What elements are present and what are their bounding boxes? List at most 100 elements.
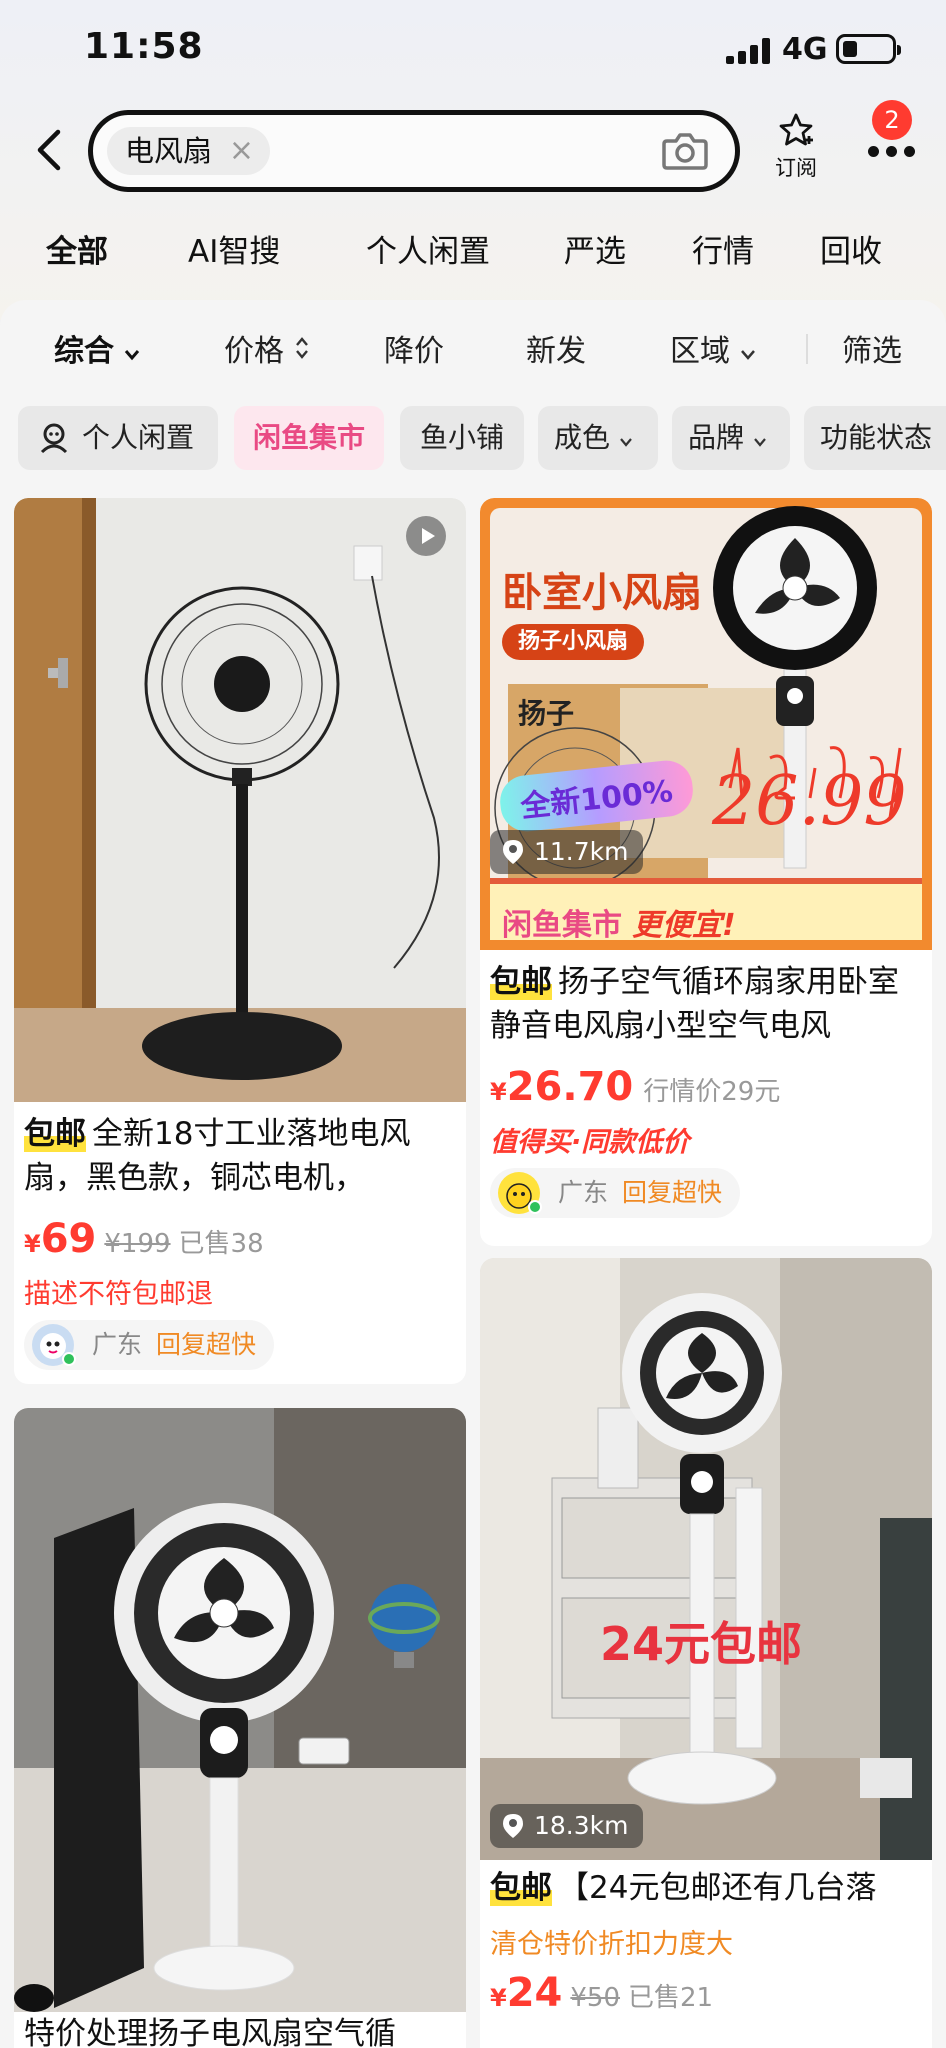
filter-brand[interactable]: 品牌 xyxy=(672,406,790,470)
tab-personal-idle[interactable]: 个人闲置 xyxy=(366,226,490,271)
status-bar: 11:58 4G xyxy=(0,0,946,100)
battery-icon xyxy=(836,34,901,64)
price-symbol: ¥ xyxy=(490,1078,507,1106)
promo-note: 清仓特价折扣力度大 xyxy=(490,1929,733,1960)
sort-newest[interactable]: 新发 xyxy=(526,326,586,370)
search-query-chip[interactable]: 电风扇 × xyxy=(107,127,271,175)
tab-all-label: 全部 xyxy=(46,234,108,270)
more-dots-icon xyxy=(868,146,916,158)
market-slogan: 更便宜! xyxy=(632,908,736,943)
seller-region: 广东 xyxy=(558,1178,609,1207)
sort-price[interactable]: 价格 xyxy=(224,326,310,370)
filter-condition[interactable]: 成色 xyxy=(538,406,658,470)
reply-badge: 回复超快 xyxy=(622,1178,723,1207)
overlay-text: 24元包邮 xyxy=(600,1617,803,1671)
network-label: 4G xyxy=(782,32,828,67)
video-play-icon[interactable] xyxy=(406,516,446,556)
product-image: 卧室小风扇 扬子小风扇 扬子 全新100% 26.99 11.7km 闲鱼集市 … xyxy=(480,498,932,950)
search-box[interactable]: 电风扇 × xyxy=(88,110,740,192)
tab-all[interactable]: 全部 xyxy=(42,226,112,271)
filter-personal-idle[interactable]: 个人闲置 xyxy=(18,406,218,470)
sort-price-label: 价格 xyxy=(224,334,284,369)
banner-subtitle: 扬子小风扇 xyxy=(502,624,645,660)
filter-chips: 个人闲置 闲鱼集市 鱼小铺 成色 品牌 功能状态 xyxy=(0,406,946,470)
subscribe-button[interactable]: 订阅 xyxy=(764,112,828,182)
seller-row[interactable]: 广东 回复超快 xyxy=(490,1168,741,1218)
product-card[interactable]: 特价处理扬子电风扇空气循 xyxy=(14,1408,466,2048)
product-card[interactable]: 卧室小风扇 扬子小风扇 扬子 全新100% 26.99 11.7km 闲鱼集市 … xyxy=(480,498,932,1246)
status-time: 11:58 xyxy=(84,26,204,67)
sort-bar: 综合 价格 降价 新发 区域 筛选 xyxy=(0,326,946,370)
more-menu-button[interactable]: 2 xyxy=(864,100,920,170)
sort-filter[interactable]: 筛选 xyxy=(842,326,902,370)
banner-handwritten-price: 26.99 xyxy=(712,762,907,841)
filter-brand-label: 品牌 xyxy=(688,421,745,454)
market-name: 闲鱼集市 xyxy=(502,908,622,943)
tab-ai-search[interactable]: AI智搜 xyxy=(188,226,280,271)
camera-icon[interactable] xyxy=(661,131,709,171)
sort-region-label: 区域 xyxy=(670,334,730,369)
location-pin-icon xyxy=(503,840,523,864)
value-note: 值得买·同款低价 xyxy=(490,1127,690,1158)
chevron-left-icon xyxy=(37,129,61,171)
banner-brand: 扬子 xyxy=(518,697,575,730)
clear-query-icon[interactable]: × xyxy=(229,127,254,175)
filter-xianyu-market[interactable]: 闲鱼集市 xyxy=(234,406,384,470)
sort-comprehensive[interactable]: 综合 xyxy=(54,326,140,370)
product-title-text: 【24元包邮还有几台落 xyxy=(558,1870,877,1906)
chevron-down-icon xyxy=(754,438,766,447)
signal-icon xyxy=(726,38,770,64)
notification-badge: 2 xyxy=(872,100,912,140)
sort-price-drop[interactable]: 降价 xyxy=(384,326,444,370)
product-title: 特价处理扬子电风扇空气循 xyxy=(24,2016,396,2048)
search-query-text: 电风扇 xyxy=(125,134,213,168)
reply-badge: 回复超快 xyxy=(156,1330,257,1359)
product-title: 包邮 全新18寸工业落地电风扇，黑色款，铜芯电机， xyxy=(24,1112,456,1200)
distance-text: 18.3km xyxy=(534,1811,629,1840)
distance-badge: 18.3km xyxy=(490,1804,643,1848)
person-icon xyxy=(40,423,68,454)
price-value: 26.70 xyxy=(506,1064,634,1110)
service-note: 描述不符包邮退 xyxy=(24,1279,213,1310)
price-row: ¥69 ¥199 已售38 xyxy=(24,1216,264,1262)
filter-function-status[interactable]: 功能状态 xyxy=(804,406,946,470)
tab-market[interactable]: 行情 xyxy=(692,226,754,271)
product-title: 包邮 【24元包邮还有几台落 xyxy=(490,1866,922,1910)
price-value: 69 xyxy=(40,1216,97,1262)
price-symbol: ¥ xyxy=(24,1230,41,1258)
category-tabs: 全部 AI智搜 个人闲置 严选 行情 回收 xyxy=(0,226,946,282)
sort-comprehensive-label: 综合 xyxy=(54,334,114,369)
subscribe-label: 订阅 xyxy=(775,156,817,180)
price-symbol: ¥ xyxy=(490,1984,507,2012)
banner-headline: 卧室小风扇 xyxy=(502,570,702,616)
price-row: ¥24 ¥50 已售21 xyxy=(490,1970,713,2016)
free-shipping-tag: 包邮 xyxy=(24,1116,86,1152)
sold-count: 已售21 xyxy=(628,1983,714,2013)
sort-updown-icon xyxy=(295,337,308,359)
back-button[interactable] xyxy=(30,126,70,174)
filter-fish-shop[interactable]: 鱼小铺 xyxy=(400,406,524,470)
product-image xyxy=(14,1408,466,2012)
tab-recycle[interactable]: 回收 xyxy=(820,226,882,271)
original-price: ¥199 xyxy=(104,1229,171,1259)
chevron-down-icon xyxy=(125,350,140,361)
filter-condition-label: 成色 xyxy=(554,421,611,454)
seller-row[interactable]: 广东 回复超快 xyxy=(24,1320,275,1370)
filter-personal-idle-label: 个人闲置 xyxy=(82,421,195,454)
tab-selected[interactable]: 严选 xyxy=(564,226,626,271)
seller-region: 广东 xyxy=(92,1330,143,1359)
product-card[interactable]: 24元包邮 18.3km 包邮 【24元包邮还有几台落 清仓特价折扣力度大 ¥24… xyxy=(480,1258,932,2048)
online-indicator xyxy=(62,1352,76,1366)
product-title: 包邮 扬子空气循环扇家用卧室静音电风扇小型空气电风 xyxy=(490,960,922,1048)
product-image: 24元包邮 18.3km xyxy=(480,1258,932,1860)
sort-divider xyxy=(806,334,808,364)
sort-region[interactable]: 区域 xyxy=(670,326,756,370)
star-plus-icon xyxy=(779,113,813,146)
product-image xyxy=(14,498,466,1102)
location-pin-icon xyxy=(503,1814,523,1838)
free-shipping-tag: 包邮 xyxy=(490,964,552,1000)
sold-count: 已售38 xyxy=(178,1229,264,1259)
product-card[interactable]: 包邮 全新18寸工业落地电风扇，黑色款，铜芯电机， ¥69 ¥199 已售38 描述不… xyxy=(14,498,466,1384)
price-value: 24 xyxy=(506,1970,563,2016)
original-price: ¥50 xyxy=(570,1983,621,2013)
